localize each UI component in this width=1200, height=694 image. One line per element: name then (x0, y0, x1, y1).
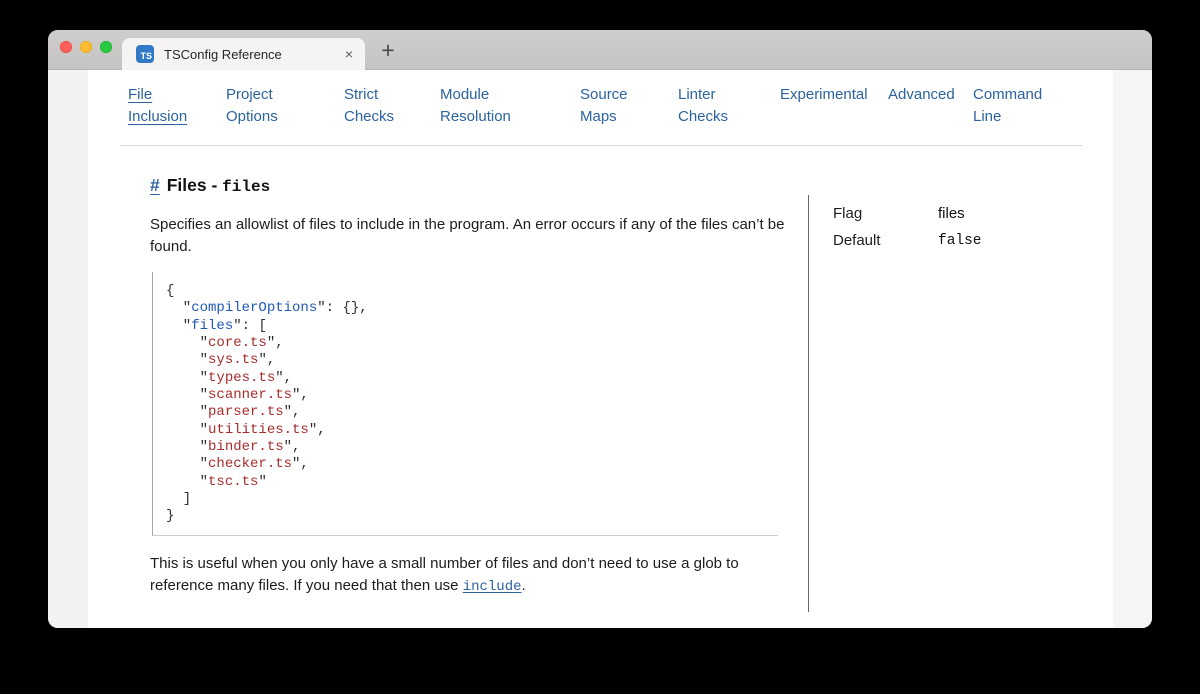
page-title-text: Files - (167, 175, 222, 195)
code-line: "sys.ts", (166, 352, 778, 369)
nav-item-source-maps[interactable]: Source Maps (580, 84, 678, 128)
include-link[interactable]: include (463, 579, 522, 595)
outro-paragraph: This is useful when you only have a smal… (150, 553, 800, 598)
nav-divider (120, 145, 1082, 146)
nav-item-command-line[interactable]: Command Line (973, 84, 1042, 128)
code-line: "tsc.ts" (166, 474, 778, 491)
tab-title: TSConfig Reference (164, 47, 282, 62)
code-line: "types.ts", (166, 370, 778, 387)
browser-window: TS TSConfig Reference × + File Inclusion… (48, 30, 1152, 628)
code-line: "core.ts", (166, 335, 778, 352)
code-line: "utilities.ts", (166, 422, 778, 439)
code-line: "checker.ts", (166, 456, 778, 473)
outro-text-after: . (522, 577, 526, 594)
code-block: { "compilerOptions": {}, "files": [ "cor… (152, 272, 778, 536)
browser-tab[interactable]: TS TSConfig Reference × (122, 38, 365, 70)
minimize-window-button[interactable] (80, 41, 92, 53)
doc-nav: File InclusionProject OptionsStrict Chec… (128, 84, 1042, 128)
info-label: Flag (833, 204, 938, 224)
page-right-gutter (1113, 70, 1152, 628)
traffic-lights (60, 41, 112, 53)
intro-paragraph: Specifies an allowlist of files to inclu… (150, 214, 798, 257)
info-value: false (938, 231, 982, 251)
info-row-default: Defaultfalse (833, 231, 1113, 251)
nav-item-project-options[interactable]: Project Options (226, 84, 344, 128)
info-row-flag: Flagfiles (833, 204, 1113, 224)
heading-anchor-link[interactable]: # (150, 175, 160, 195)
nav-item-advanced[interactable]: Advanced (888, 84, 973, 128)
tab-bar: TS TSConfig Reference × + (48, 30, 1152, 70)
typescript-logo-icon: TS (136, 45, 154, 63)
code-line: { (166, 283, 778, 300)
info-panel: FlagfilesDefaultfalse (833, 204, 1113, 258)
tab-close-icon[interactable]: × (345, 46, 353, 62)
page-left-gutter (48, 70, 88, 628)
nav-item-file-inclusion[interactable]: File Inclusion (128, 84, 226, 128)
code-line: "scanner.ts", (166, 387, 778, 404)
nav-item-linter-checks[interactable]: Linter Checks (678, 84, 780, 128)
close-window-button[interactable] (60, 41, 72, 53)
nav-item-strict-checks[interactable]: Strict Checks (344, 84, 440, 128)
info-panel-divider (808, 195, 809, 612)
info-label: Default (833, 231, 938, 251)
page-title: # Files - files (150, 175, 270, 196)
code-line: "binder.ts", (166, 439, 778, 456)
code-line: "files": [ (166, 318, 778, 335)
nav-item-experimental[interactable]: Experimental (780, 84, 888, 128)
new-tab-button[interactable]: + (370, 34, 406, 66)
nav-item-module-resolution[interactable]: Module Resolution (440, 84, 580, 128)
code-line: "parser.ts", (166, 404, 778, 421)
zoom-window-button[interactable] (100, 41, 112, 53)
code-line: } (166, 508, 778, 525)
outro-text-before: This is useful when you only have a smal… (150, 555, 739, 594)
info-value: files (938, 204, 965, 224)
page-title-code: files (222, 178, 270, 196)
code-line: "compilerOptions": {}, (166, 300, 778, 317)
code-line: ] (166, 491, 778, 508)
